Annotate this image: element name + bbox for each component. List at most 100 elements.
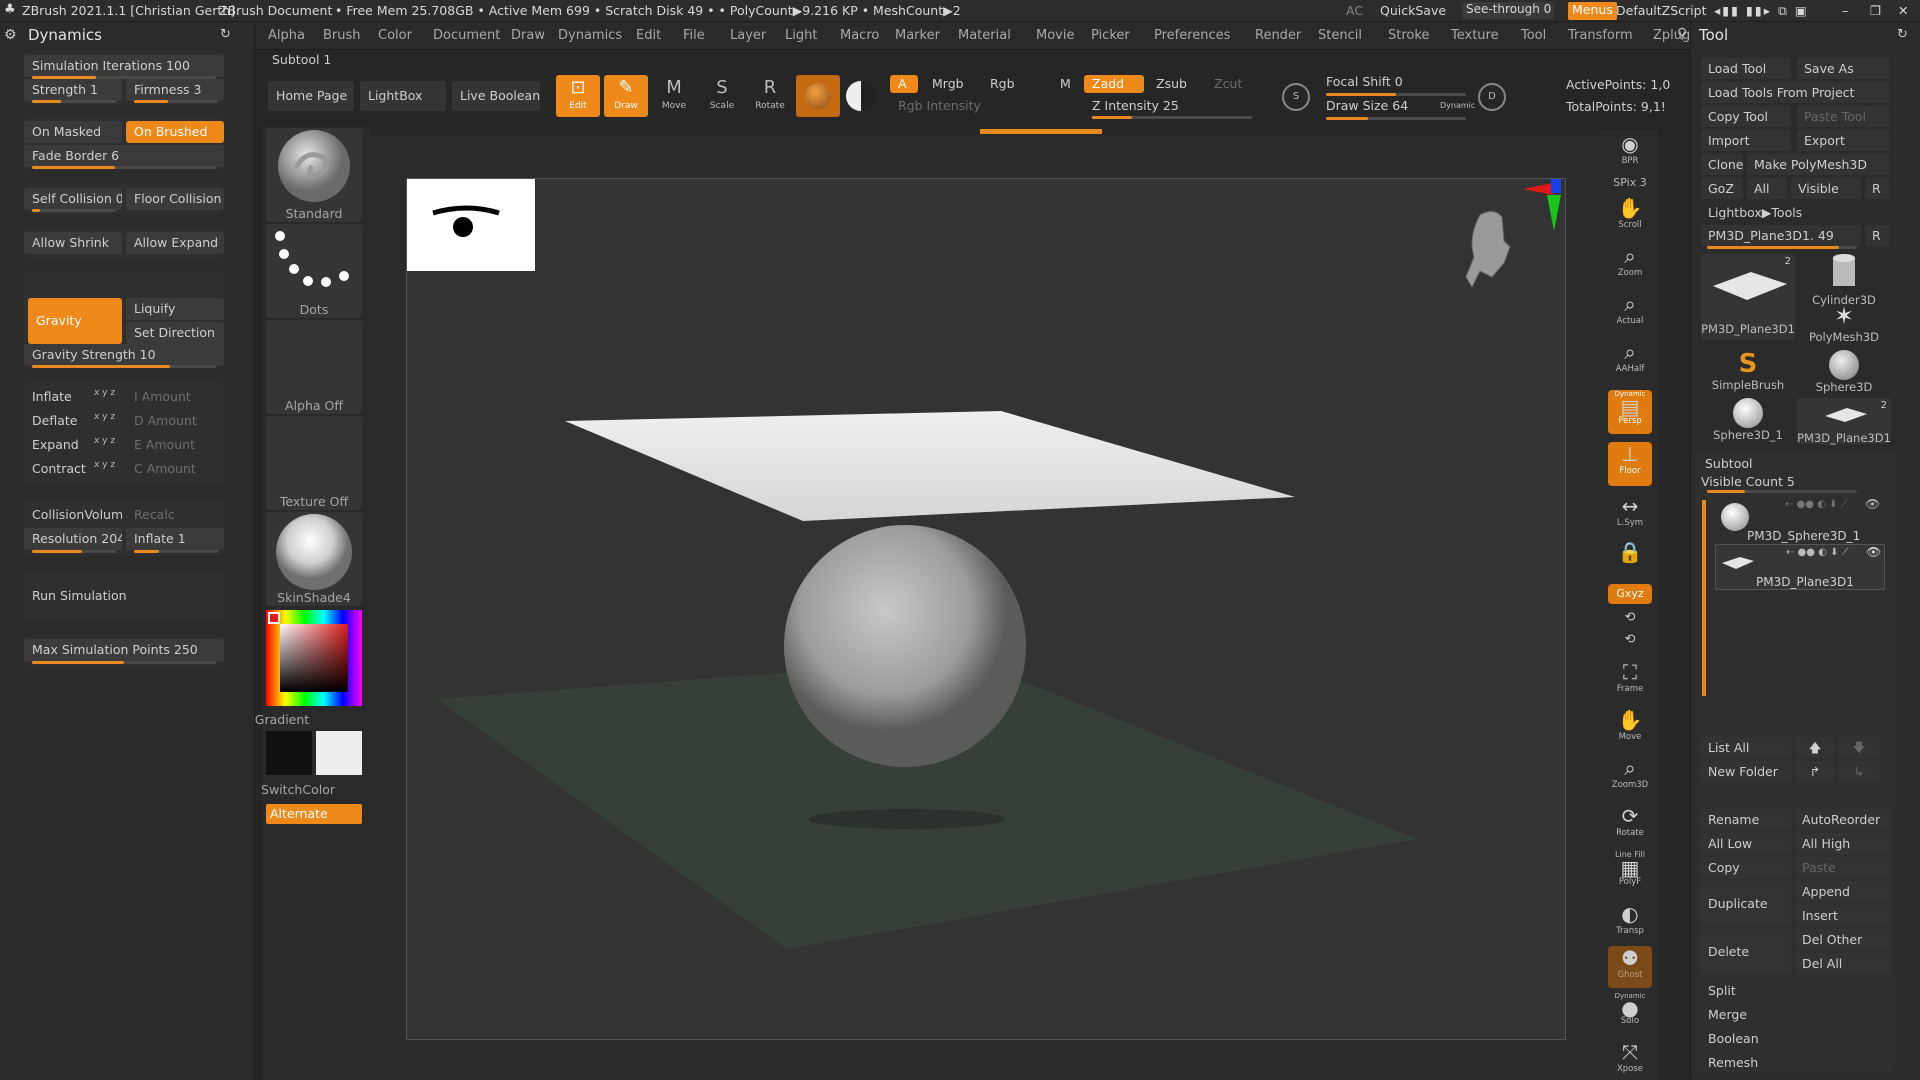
- xpose-button[interactable]: ⤧ Xpose: [1608, 1040, 1652, 1080]
- gxyz-button[interactable]: Gxyz: [1608, 584, 1652, 604]
- close-icon[interactable]: ✕: [1898, 3, 1908, 18]
- tool-tile-cylinder[interactable]: Cylinder3D: [1797, 254, 1891, 307]
- copy-button[interactable]: Copy: [1701, 857, 1791, 878]
- allow-expand-button[interactable]: Allow Expand: [126, 232, 224, 254]
- menu-marker[interactable]: Marker: [895, 28, 940, 43]
- axis-gizmo-icon[interactable]: [1517, 179, 1567, 239]
- lazy-mouse-s-icon[interactable]: S: [1282, 83, 1310, 111]
- dynamic-toggle[interactable]: Dynamic: [1440, 101, 1475, 110]
- lazy-mouse-d-icon[interactable]: D: [1478, 83, 1506, 111]
- a-button[interactable]: A: [890, 75, 918, 93]
- allow-shrink-button[interactable]: Allow Shrink: [24, 232, 122, 254]
- ac-toggle[interactable]: AC: [1346, 3, 1363, 18]
- contract-xyz[interactable]: x y z: [94, 460, 115, 470]
- scale-button[interactable]: S Scale: [700, 75, 744, 117]
- maximize-icon[interactable]: ❐: [1870, 3, 1881, 18]
- main-color-swatch[interactable]: [266, 731, 312, 775]
- zoom3d-button[interactable]: ⌕ Zoom3D: [1608, 756, 1652, 796]
- rotate-view-button[interactable]: ⟳ Rotate: [1608, 804, 1652, 844]
- rotate-y-icon[interactable]: ⟲: [1608, 608, 1652, 628]
- load-tool-button[interactable]: Load Tool: [1701, 58, 1791, 79]
- solo-button[interactable]: Dynamic ● Solo: [1608, 992, 1652, 1036]
- gravity-strength-slider[interactable]: Gravity Strength 10: [24, 344, 224, 366]
- menu-alpha[interactable]: Alpha: [268, 28, 305, 43]
- spix-slider[interactable]: SPix 3: [1608, 176, 1652, 194]
- recalc-button[interactable]: Recalc: [126, 504, 224, 526]
- arrow-up-icon[interactable]: 🡅: [1795, 737, 1835, 758]
- see-through-slider[interactable]: See-through 0: [1462, 2, 1554, 19]
- menu-texture[interactable]: Texture: [1451, 28, 1499, 43]
- menus-toggle[interactable]: Menus: [1568, 2, 1617, 20]
- bpr-button[interactable]: ◉ BPR: [1608, 132, 1652, 172]
- all-high-button[interactable]: All High: [1795, 833, 1889, 854]
- head-gizmo-icon[interactable]: [1462, 207, 1512, 303]
- secondary-color-swatch[interactable]: [316, 731, 362, 775]
- home-page-button[interactable]: Home Page: [268, 81, 354, 111]
- del-other-button[interactable]: Del Other: [1795, 929, 1889, 950]
- set-direction-button[interactable]: Set Direction: [126, 322, 224, 344]
- on-brushed-button[interactable]: On Brushed: [126, 121, 224, 143]
- fade-border-slider[interactable]: Fade Border 6: [24, 145, 224, 167]
- menu-dynamics[interactable]: Dynamics: [558, 28, 622, 43]
- e-amount-slider[interactable]: E Amount: [126, 434, 224, 456]
- menu-file[interactable]: File: [683, 28, 705, 43]
- z-intensity-slider[interactable]: Z Intensity 25: [1084, 97, 1260, 115]
- autoreorder-button[interactable]: AutoReorder: [1795, 809, 1889, 830]
- paste-tool-button[interactable]: Paste Tool: [1797, 106, 1889, 127]
- focal-shift-slider[interactable]: Focal Shift 0: [1318, 73, 1468, 91]
- firmness-slider[interactable]: Firmness 3: [126, 79, 224, 101]
- texture-thumbnail[interactable]: Texture Off: [266, 416, 362, 510]
- resolution-slider[interactable]: Resolution 2048: [24, 528, 122, 550]
- color-mode-icon[interactable]: [846, 81, 876, 111]
- strength-slider[interactable]: Strength 1: [24, 79, 122, 101]
- load-tools-from-project-button[interactable]: Load Tools From Project: [1701, 82, 1889, 103]
- m-button[interactable]: M: [1052, 75, 1080, 93]
- tool-tile-sphere[interactable]: Sphere3D: [1797, 350, 1891, 396]
- max-simulation-points-slider[interactable]: Max Simulation Points 250: [24, 639, 224, 661]
- simulation-iterations-slider[interactable]: Simulation Iterations 100: [24, 55, 224, 77]
- c-amount-slider[interactable]: C Amount: [126, 458, 224, 480]
- move-button[interactable]: M Move: [652, 75, 696, 117]
- layout-icons[interactable]: ◂▮▮ ▮▮▸ ⧉ ▣: [1714, 3, 1809, 19]
- menu-render[interactable]: Render: [1255, 28, 1301, 43]
- liquify-button[interactable]: Liquify: [126, 298, 224, 320]
- visible-count-slider[interactable]: Visible Count 5: [1701, 474, 1795, 489]
- arrow-down-icon[interactable]: 🡇: [1839, 737, 1879, 758]
- eye-icon[interactable]: 👁: [1865, 497, 1880, 511]
- draw-button[interactable]: ✎ Draw: [604, 75, 648, 117]
- rotate-z-icon[interactable]: ⟲: [1608, 630, 1652, 650]
- ghost-button[interactable]: ⚉ Ghost: [1608, 946, 1652, 988]
- lightbox-tools-button[interactable]: Lightbox▶Tools: [1701, 202, 1889, 223]
- lock-button[interactable]: 🔒: [1608, 540, 1652, 570]
- menu-transform[interactable]: Transform: [1568, 28, 1633, 43]
- tool-tile-simplebrush[interactable]: S SimpleBrush: [1701, 350, 1795, 396]
- make-polymesh-button[interactable]: Make PolyMesh3D: [1747, 154, 1889, 175]
- duplicate-button[interactable]: Duplicate: [1701, 881, 1791, 926]
- floor-collision-button[interactable]: Floor Collision: [126, 188, 224, 210]
- export-button[interactable]: Export: [1797, 130, 1889, 151]
- merge-section[interactable]: Merge: [1701, 1004, 1889, 1025]
- zadd-button[interactable]: Zadd: [1084, 75, 1144, 93]
- zsub-button[interactable]: Zsub: [1148, 75, 1200, 93]
- tool-tile-plane-2[interactable]: 2 PM3D_Plane3D1: [1797, 398, 1891, 445]
- material-swatch[interactable]: [796, 75, 840, 117]
- draw-size-slider[interactable]: Draw Size 64: [1318, 97, 1438, 115]
- menu-material[interactable]: Material: [958, 28, 1011, 43]
- menu-document[interactable]: Document: [433, 28, 500, 43]
- floor-button[interactable]: ⊥ Floor: [1608, 442, 1652, 486]
- list-all-button[interactable]: List All: [1701, 737, 1791, 758]
- subtool-controls-icon[interactable]: ⇠ ●● ◐ ⬇ ⟋: [1785, 499, 1848, 510]
- actual-button[interactable]: ⌕ Actual: [1608, 292, 1652, 332]
- menu-layer[interactable]: Layer: [730, 28, 766, 43]
- brush-thumbnail[interactable]: Standard: [266, 128, 362, 222]
- move-down-icon[interactable]: ↳: [1839, 761, 1879, 782]
- remesh-section[interactable]: Remesh: [1701, 1052, 1889, 1073]
- material-thumbnail[interactable]: SkinShade4: [266, 512, 362, 606]
- new-folder-button[interactable]: New Folder: [1701, 761, 1791, 782]
- rgb-button[interactable]: Rgb: [982, 75, 1026, 93]
- inflate-slider[interactable]: Inflate 1: [126, 528, 224, 550]
- subtool-controls-icon[interactable]: ⇠ ●● ◐ ⬇ ⟋: [1786, 547, 1849, 558]
- edit-button[interactable]: ⊡ Edit: [556, 75, 600, 117]
- on-masked-button[interactable]: On Masked: [24, 121, 122, 143]
- goz-visible-button[interactable]: Visible: [1791, 178, 1861, 199]
